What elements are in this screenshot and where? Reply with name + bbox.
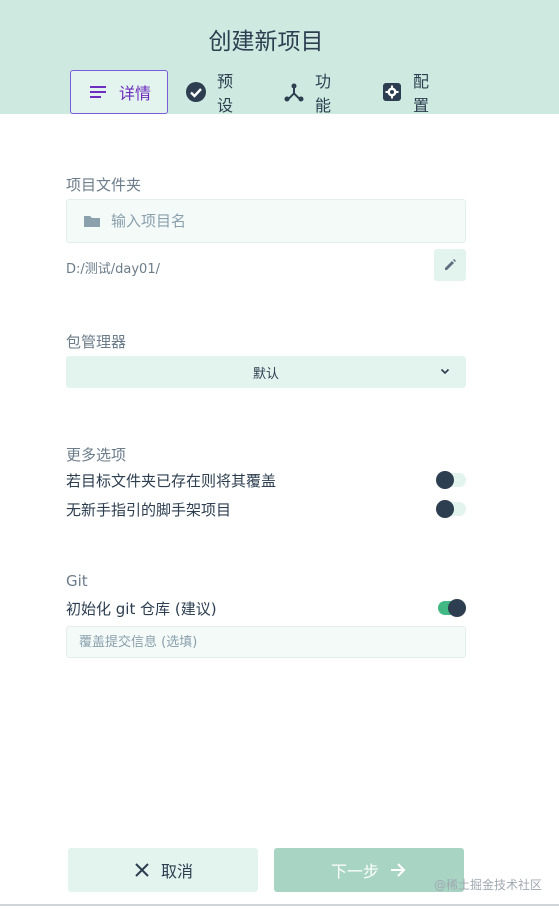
tab-presets-label: 预设 bbox=[217, 72, 234, 115]
pencil-icon bbox=[443, 258, 457, 272]
cancel-button[interactable]: 取消 bbox=[68, 848, 258, 892]
no-guide-option-row: 无新手指引的脚手架项目 bbox=[66, 497, 466, 521]
no-guide-option-label: 无新手指引的脚手架项目 bbox=[66, 500, 232, 519]
tab-features[interactable]: 功能 bbox=[283, 70, 332, 115]
tab-config-label: 配置 bbox=[413, 72, 430, 115]
overwrite-option-label: 若目标文件夹已存在则将其覆盖 bbox=[66, 471, 277, 490]
project-folder-label: 项目文件夹 bbox=[66, 176, 142, 194]
commit-message-field bbox=[66, 626, 466, 658]
watermark: @稀土掘金技术社区 bbox=[434, 878, 543, 892]
no-guide-toggle[interactable] bbox=[436, 500, 466, 518]
close-icon bbox=[133, 861, 151, 879]
next-button-label: 下一步 bbox=[330, 862, 379, 881]
project-name-field bbox=[66, 199, 466, 243]
git-init-label: 初始化 git 仓库 (建议) bbox=[66, 599, 217, 618]
header: 创建新项目 详情 预设 功能 配置 bbox=[0, 0, 559, 115]
more-options-label: 更多选项 bbox=[66, 446, 127, 464]
cancel-button-label: 取消 bbox=[160, 862, 193, 881]
page-title: 创建新项目 bbox=[208, 29, 324, 55]
arrow-right-icon bbox=[389, 861, 407, 879]
fork-icon bbox=[283, 81, 305, 103]
tab-details[interactable]: 详情 bbox=[70, 70, 168, 114]
settings-icon bbox=[381, 81, 403, 103]
project-path: D:/测试/day01/ bbox=[66, 262, 160, 277]
edit-path-button[interactable] bbox=[434, 249, 466, 281]
package-manager-select[interactable]: 默认 bbox=[66, 356, 466, 388]
project-name-input[interactable] bbox=[111, 212, 465, 230]
package-manager-value: 默认 bbox=[252, 366, 279, 382]
tab-details-label: 详情 bbox=[118, 84, 151, 103]
folder-icon bbox=[83, 212, 101, 230]
overwrite-toggle[interactable] bbox=[436, 471, 466, 489]
tab-config[interactable]: 配置 bbox=[381, 70, 430, 115]
list-icon bbox=[87, 81, 109, 103]
bottom-divider bbox=[0, 904, 559, 906]
tab-presets[interactable]: 预设 bbox=[185, 70, 234, 115]
package-manager-label: 包管理器 bbox=[66, 333, 127, 351]
overwrite-option-row: 若目标文件夹已存在则将其覆盖 bbox=[66, 468, 466, 492]
git-label: Git bbox=[66, 572, 88, 590]
check-circle-icon bbox=[185, 81, 207, 103]
chevron-down-icon bbox=[438, 364, 452, 378]
commit-message-input[interactable] bbox=[79, 634, 465, 650]
git-init-toggle[interactable] bbox=[436, 599, 466, 617]
tab-features-label: 功能 bbox=[315, 72, 332, 115]
git-init-row: 初始化 git 仓库 (建议) bbox=[66, 596, 466, 620]
